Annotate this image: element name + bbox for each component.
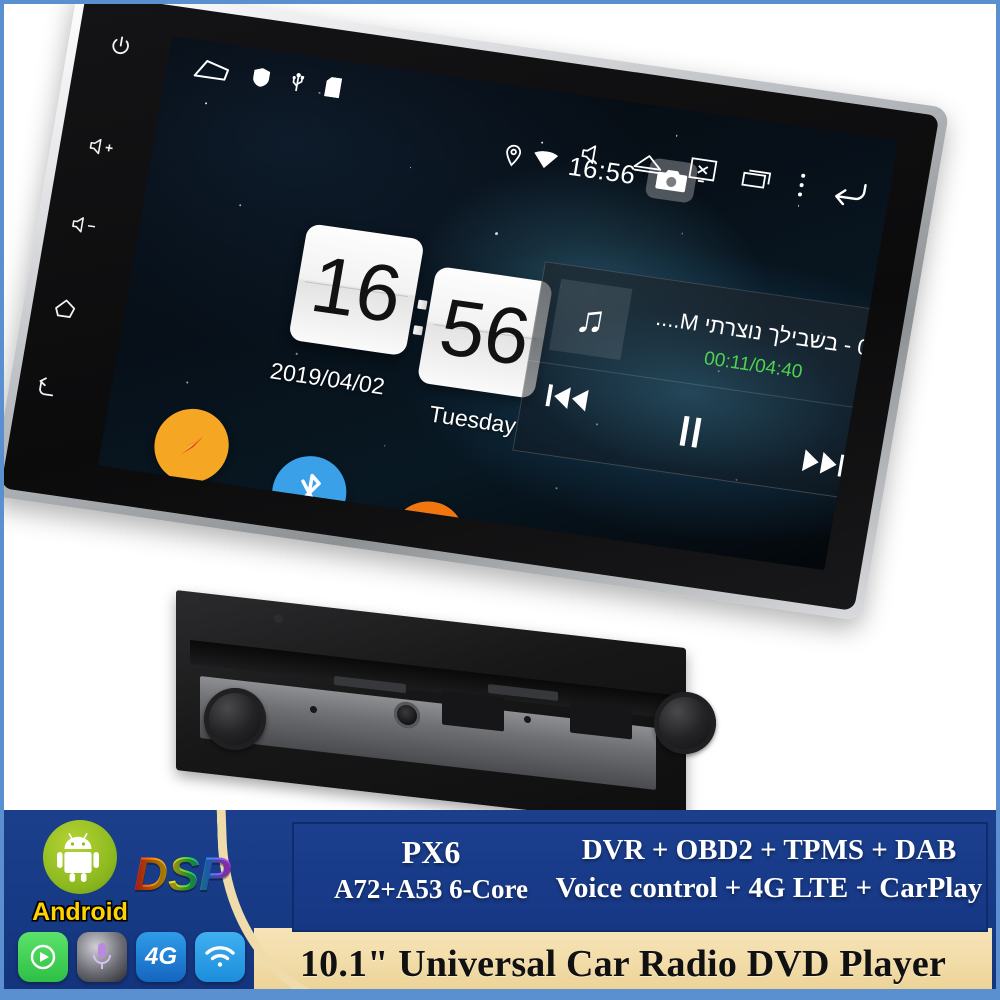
android-robot-icon [43,820,117,894]
usb-icon [288,71,307,98]
recents-icon[interactable] [740,166,773,192]
back-icon[interactable] [829,176,869,209]
chassis-reset-pinhole [310,705,317,714]
tune-knob-right[interactable] [654,692,716,754]
music-pause-button[interactable] [676,415,706,453]
volume-down-key[interactable] [69,213,100,237]
eject-icon[interactable] [632,151,665,175]
clock-weekday: Tuesday [427,400,519,439]
banner-features-column: DVR + OBD2 + TPMS + DAB Voice control + … [552,832,986,907]
shield-icon [251,66,271,92]
back-key[interactable] [33,376,62,401]
carplay-icon [18,932,68,982]
chassis-port-2 [570,698,632,740]
product-photo: 16:56 16 56 2019/04/02 Tuesday ♫ 01 - בש… [4,4,996,810]
banner-feature-icons: 4G [18,932,245,982]
location-pin-icon [502,143,523,172]
power-key[interactable] [108,33,134,58]
mute-icon[interactable] [579,142,609,168]
home-key[interactable] [50,294,80,321]
volume-up-key[interactable] [87,135,118,159]
bluetooth-icon [266,451,353,535]
lcd-screen[interactable]: 16:56 16 56 2019/04/02 Tuesday ♫ 01 - בש… [97,35,899,571]
wifi-icon [531,149,559,175]
marketing-banner: Android DSP 4G PX6 A72+A53 6-Core DVR + … [4,810,996,996]
features-line-2: Voice control + 4G LTE + CarPlay [555,871,983,904]
volume-knob-left[interactable] [204,688,266,750]
app-icon-navigation[interactable]: Navigation [143,404,250,520]
music-next-button[interactable] [799,447,846,484]
features-line-1: DVR + OBD2 + TPMS + DAB [581,834,957,866]
chassis-screw [274,613,283,624]
overflow-menu-icon[interactable] [795,172,807,199]
4g-icon: 4G [136,932,186,982]
banner-bottom-rule [4,989,996,996]
clock-date: 2019/04/02 [268,357,387,400]
chassis-mic-pinhole [524,715,531,724]
siri-voice-icon [77,932,127,982]
banner-cpu-column: PX6 A72+A53 6-Core [306,832,556,907]
android-label: Android [32,898,128,926]
app-icon-bluetooth[interactable]: Bluetooth [261,451,358,566]
clock-hours: 16 [288,223,425,357]
4g-text: 4G [144,943,177,970]
product-title: 10.1" Universal Car Radio DVD Player [299,943,947,985]
music-previous-button[interactable] [544,382,591,419]
android-badge: Android [28,820,132,927]
product-image: 16:56 16 56 2019/04/02 Tuesday ♫ 01 - בש… [0,0,1000,1000]
cpu-cores: A72+A53 6-Core [333,874,529,904]
tent-outline-icon [190,55,235,89]
wifi-icon [195,932,245,982]
dsp-label: DSP [134,847,231,900]
black-frame: 16:56 16 56 2019/04/02 Tuesday ♫ 01 - בש… [4,4,940,611]
head-unit-screen-assembly: 16:56 16 56 2019/04/02 Tuesday ♫ 01 - בש… [4,4,950,622]
cpu-model: PX6 [401,834,461,870]
music-note-icon: ♫ [548,278,633,361]
compass-icon [148,404,235,488]
screen-off-icon[interactable] [687,156,719,186]
chassis-port-1 [442,690,504,732]
